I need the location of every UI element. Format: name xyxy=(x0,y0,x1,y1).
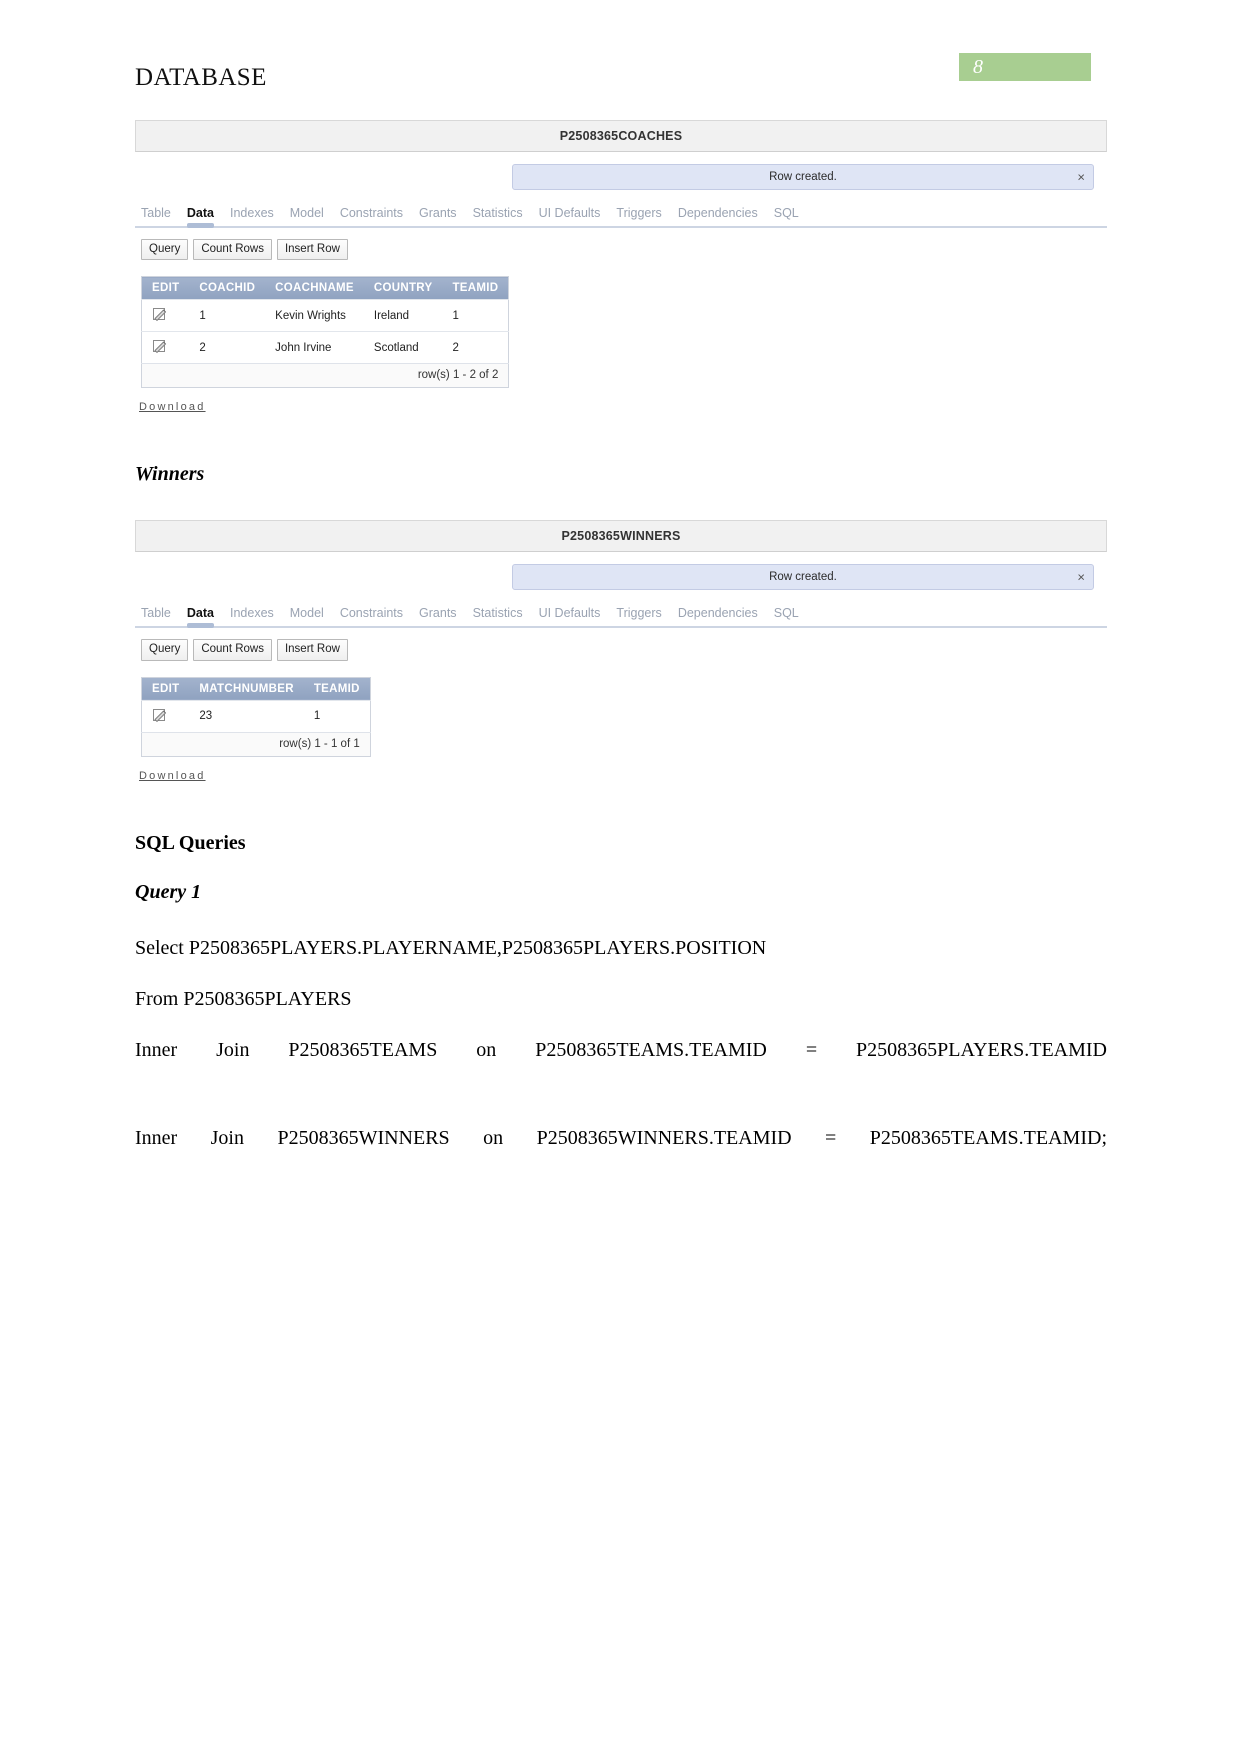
column-header-edit[interactable]: EDIT xyxy=(141,677,190,701)
cell-teamid: 1 xyxy=(442,299,509,332)
tab-constraints[interactable]: Constraints xyxy=(340,606,403,626)
winners-data-grid: EDIT MATCHNUMBER TEAMID 23 1 row(s) 1 - … xyxy=(141,676,371,757)
tab-dependencies[interactable]: Dependencies xyxy=(678,606,758,626)
tab-indexes[interactable]: Indexes xyxy=(230,206,274,226)
edit-pencil-icon[interactable] xyxy=(152,338,168,354)
winners-button-bar: Query Count Rows Insert Row xyxy=(135,628,1107,661)
cell-teamid: 1 xyxy=(303,699,371,733)
cell-coachname: John Irvine xyxy=(265,331,364,364)
tab-grants[interactable]: Grants xyxy=(419,606,457,626)
winners-panel-title: P2508365WINNERS xyxy=(135,520,1107,553)
row-count-label: row(s) 1 - 1 of 1 xyxy=(141,731,371,757)
winners-tab-bar: Table Data Indexes Model Constraints Gra… xyxy=(135,596,1107,629)
tab-grants[interactable]: Grants xyxy=(419,206,457,226)
sql-queries-heading: SQL Queries xyxy=(135,831,246,854)
sql-line-2: From P2508365PLAYERS xyxy=(135,987,352,1010)
tab-model[interactable]: Model xyxy=(290,206,324,226)
tab-dependencies[interactable]: Dependencies xyxy=(678,206,758,226)
tab-data[interactable]: Data xyxy=(186,606,215,629)
edit-cell[interactable] xyxy=(141,699,190,733)
cell-matchnumber: 23 xyxy=(189,699,304,733)
column-header-teamid[interactable]: TEAMID xyxy=(442,276,509,300)
tab-constraints[interactable]: Constraints xyxy=(340,206,403,226)
table-row: 23 1 xyxy=(141,699,371,733)
document-body: P2508365COACHES Row created. × Table Dat… xyxy=(135,120,1107,1194)
winners-heading: Winners xyxy=(135,463,205,486)
coaches-panel-title: P2508365COACHES xyxy=(135,120,1107,152)
cell-coachid: 1 xyxy=(189,299,266,332)
tab-statistics[interactable]: Statistics xyxy=(473,606,523,626)
column-header-matchnumber[interactable]: MATCHNUMBER xyxy=(189,677,304,701)
insert-row-button[interactable]: Insert Row xyxy=(276,639,348,661)
edit-pencil-icon[interactable] xyxy=(152,306,168,322)
coaches-tab-bar: Table Data Indexes Model Constraints Gra… xyxy=(135,196,1107,228)
column-header-coachid[interactable]: COACHID xyxy=(189,276,266,300)
cell-country: Scotland xyxy=(363,331,443,364)
tab-model[interactable]: Model xyxy=(290,606,324,626)
query-button[interactable]: Query xyxy=(141,239,189,261)
tab-triggers[interactable]: Triggers xyxy=(616,206,661,226)
coaches-button-bar: Query Count Rows Insert Row xyxy=(135,228,1107,261)
winners-success-alert: Row created. × xyxy=(512,564,1094,591)
sql-line-3: Inner Join P2508365TEAMS on P2508365TEAM… xyxy=(135,1038,1107,1061)
column-header-teamid[interactable]: TEAMID xyxy=(303,677,371,701)
coaches-alert-message: Row created. xyxy=(769,171,837,183)
column-header-country[interactable]: COUNTRY xyxy=(363,276,443,300)
tab-indexes[interactable]: Indexes xyxy=(230,606,274,626)
table-footer-row: row(s) 1 - 1 of 1 xyxy=(141,731,371,757)
edit-cell[interactable] xyxy=(141,299,190,332)
download-link[interactable]: Download xyxy=(135,388,206,413)
coaches-data-grid: EDIT COACHID COACHNAME COUNTRY TEAMID 1 … xyxy=(141,276,510,389)
close-icon[interactable]: × xyxy=(1077,171,1085,184)
cell-country: Ireland xyxy=(363,299,443,332)
query-button[interactable]: Query xyxy=(141,639,189,661)
cell-coachid: 2 xyxy=(189,331,266,364)
close-icon[interactable]: × xyxy=(1077,571,1085,584)
document-title: DATABASE xyxy=(135,64,267,91)
tab-sql[interactable]: SQL xyxy=(774,606,799,626)
table-header-row: EDIT MATCHNUMBER TEAMID xyxy=(141,677,371,701)
tab-table[interactable]: Table xyxy=(141,606,171,626)
table-row: 1 Kevin Wrights Ireland 1 xyxy=(141,299,509,332)
table-row: 2 John Irvine Scotland 2 xyxy=(141,331,509,364)
table-header-row: EDIT COACHID COACHNAME COUNTRY TEAMID xyxy=(141,276,509,300)
tab-statistics[interactable]: Statistics xyxy=(473,206,523,226)
page-number-label: 8 xyxy=(973,56,983,78)
tab-ui-defaults[interactable]: UI Defaults xyxy=(539,206,601,226)
edit-pencil-icon[interactable] xyxy=(152,707,168,723)
download-link[interactable]: Download xyxy=(135,757,206,782)
edit-cell[interactable] xyxy=(141,331,190,364)
count-rows-button[interactable]: Count Rows xyxy=(193,639,272,661)
tab-table[interactable]: Table xyxy=(141,206,171,226)
coaches-success-alert: Row created. × xyxy=(512,164,1094,190)
column-header-edit[interactable]: EDIT xyxy=(141,276,190,300)
tab-data[interactable]: Data xyxy=(186,206,215,228)
cell-coachname: Kevin Wrights xyxy=(265,299,364,332)
winners-screenshot-panel: P2508365WINNERS Row created. × Table Dat… xyxy=(135,520,1107,784)
tab-sql[interactable]: SQL xyxy=(774,206,799,226)
document-page: 8 DATABASE P2508365COACHES Row created. … xyxy=(0,0,1241,1754)
insert-row-button[interactable]: Insert Row xyxy=(276,239,348,261)
tab-triggers[interactable]: Triggers xyxy=(616,606,661,626)
page-number-badge: 8 xyxy=(959,53,1091,81)
sql-line-1: Select P2508365PLAYERS.PLAYERNAME,P25083… xyxy=(135,936,767,959)
coaches-screenshot-panel: P2508365COACHES Row created. × Table Dat… xyxy=(135,120,1107,416)
count-rows-button[interactable]: Count Rows xyxy=(193,239,272,261)
cell-teamid: 2 xyxy=(442,331,509,364)
row-count-label: row(s) 1 - 2 of 2 xyxy=(141,363,509,388)
column-header-coachname[interactable]: COACHNAME xyxy=(265,276,364,300)
tab-ui-defaults[interactable]: UI Defaults xyxy=(539,606,601,626)
table-footer-row: row(s) 1 - 2 of 2 xyxy=(141,363,509,388)
sql-line-4: Inner Join P2508365WINNERS on P2508365WI… xyxy=(135,1126,1107,1149)
query-1-heading: Query 1 xyxy=(135,880,202,903)
winners-alert-message: Row created. xyxy=(769,571,837,584)
